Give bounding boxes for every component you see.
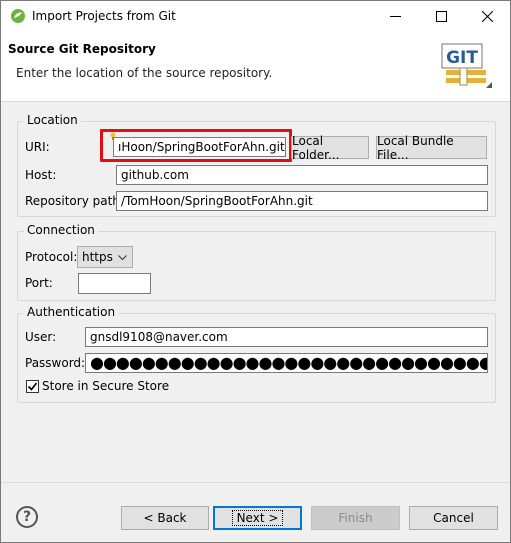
finish-button[interactable]: Finish xyxy=(311,506,400,530)
connection-group-label: Connection xyxy=(24,223,98,237)
maximize-icon xyxy=(435,11,447,22)
help-icon[interactable]: ? xyxy=(16,506,38,528)
window-title: Import Projects from Git xyxy=(32,9,176,23)
footer-separator xyxy=(1,482,510,483)
store-secure-label[interactable]: Store in Secure Store xyxy=(42,379,169,393)
port-input[interactable] xyxy=(78,273,151,294)
git-logo-icon: GIT xyxy=(441,43,492,88)
user-label: User: xyxy=(25,330,57,344)
checkmark-icon xyxy=(27,382,38,391)
local-folder-button[interactable]: Local Folder... xyxy=(291,134,369,162)
protocol-value: https xyxy=(82,250,113,264)
protocol-select[interactable]: https xyxy=(77,246,133,268)
eclipse-spring-icon xyxy=(11,9,25,23)
back-button[interactable]: < Back xyxy=(121,506,209,530)
chevron-down-icon xyxy=(118,255,127,261)
repository-path-input[interactable]: /TomHoon/SpringBootForAhn.git xyxy=(116,191,488,211)
local-bundle-file-button[interactable]: Local Bundle File... xyxy=(376,134,487,162)
host-label: Host: xyxy=(25,168,57,182)
uri-highlight-box xyxy=(100,129,292,162)
page-title: Source Git Repository xyxy=(8,42,156,56)
import-dialog: Import Projects from Git Source Git Repo… xyxy=(0,0,511,543)
authentication-group-label: Authentication xyxy=(24,305,119,319)
host-input[interactable]: github.com xyxy=(116,165,488,185)
content-assist-icon xyxy=(110,132,116,140)
repository-path-label: Repository path: xyxy=(25,194,124,208)
page-description: Enter the location of the source reposit… xyxy=(16,66,273,80)
user-input[interactable]: gnsdl9108@naver.com xyxy=(85,327,488,347)
minimize-icon xyxy=(389,16,401,17)
wizard-header: Source Git Repository Enter the location… xyxy=(1,32,510,102)
close-button[interactable] xyxy=(464,1,510,32)
password-input[interactable]: ●●●●●●●●●●●●●●●●●●●●●●●●●●●●●●●●●●●●● xyxy=(85,353,488,373)
store-secure-checkbox[interactable] xyxy=(26,380,39,393)
next-button-label: Next > xyxy=(231,510,284,526)
minimize-button[interactable] xyxy=(372,1,418,32)
port-label: Port: xyxy=(25,276,53,290)
maximize-button[interactable] xyxy=(418,1,464,32)
uri-label: URI: xyxy=(25,140,50,154)
next-button[interactable]: Next > xyxy=(213,506,302,530)
title-bar: Import Projects from Git xyxy=(1,1,510,32)
close-icon xyxy=(481,11,493,22)
cancel-button[interactable]: Cancel xyxy=(409,506,498,530)
protocol-label: Protocol: xyxy=(25,250,78,264)
git-logo-text: GIT xyxy=(446,48,478,68)
password-label: Password: xyxy=(25,356,86,370)
location-group-label: Location xyxy=(24,113,81,127)
